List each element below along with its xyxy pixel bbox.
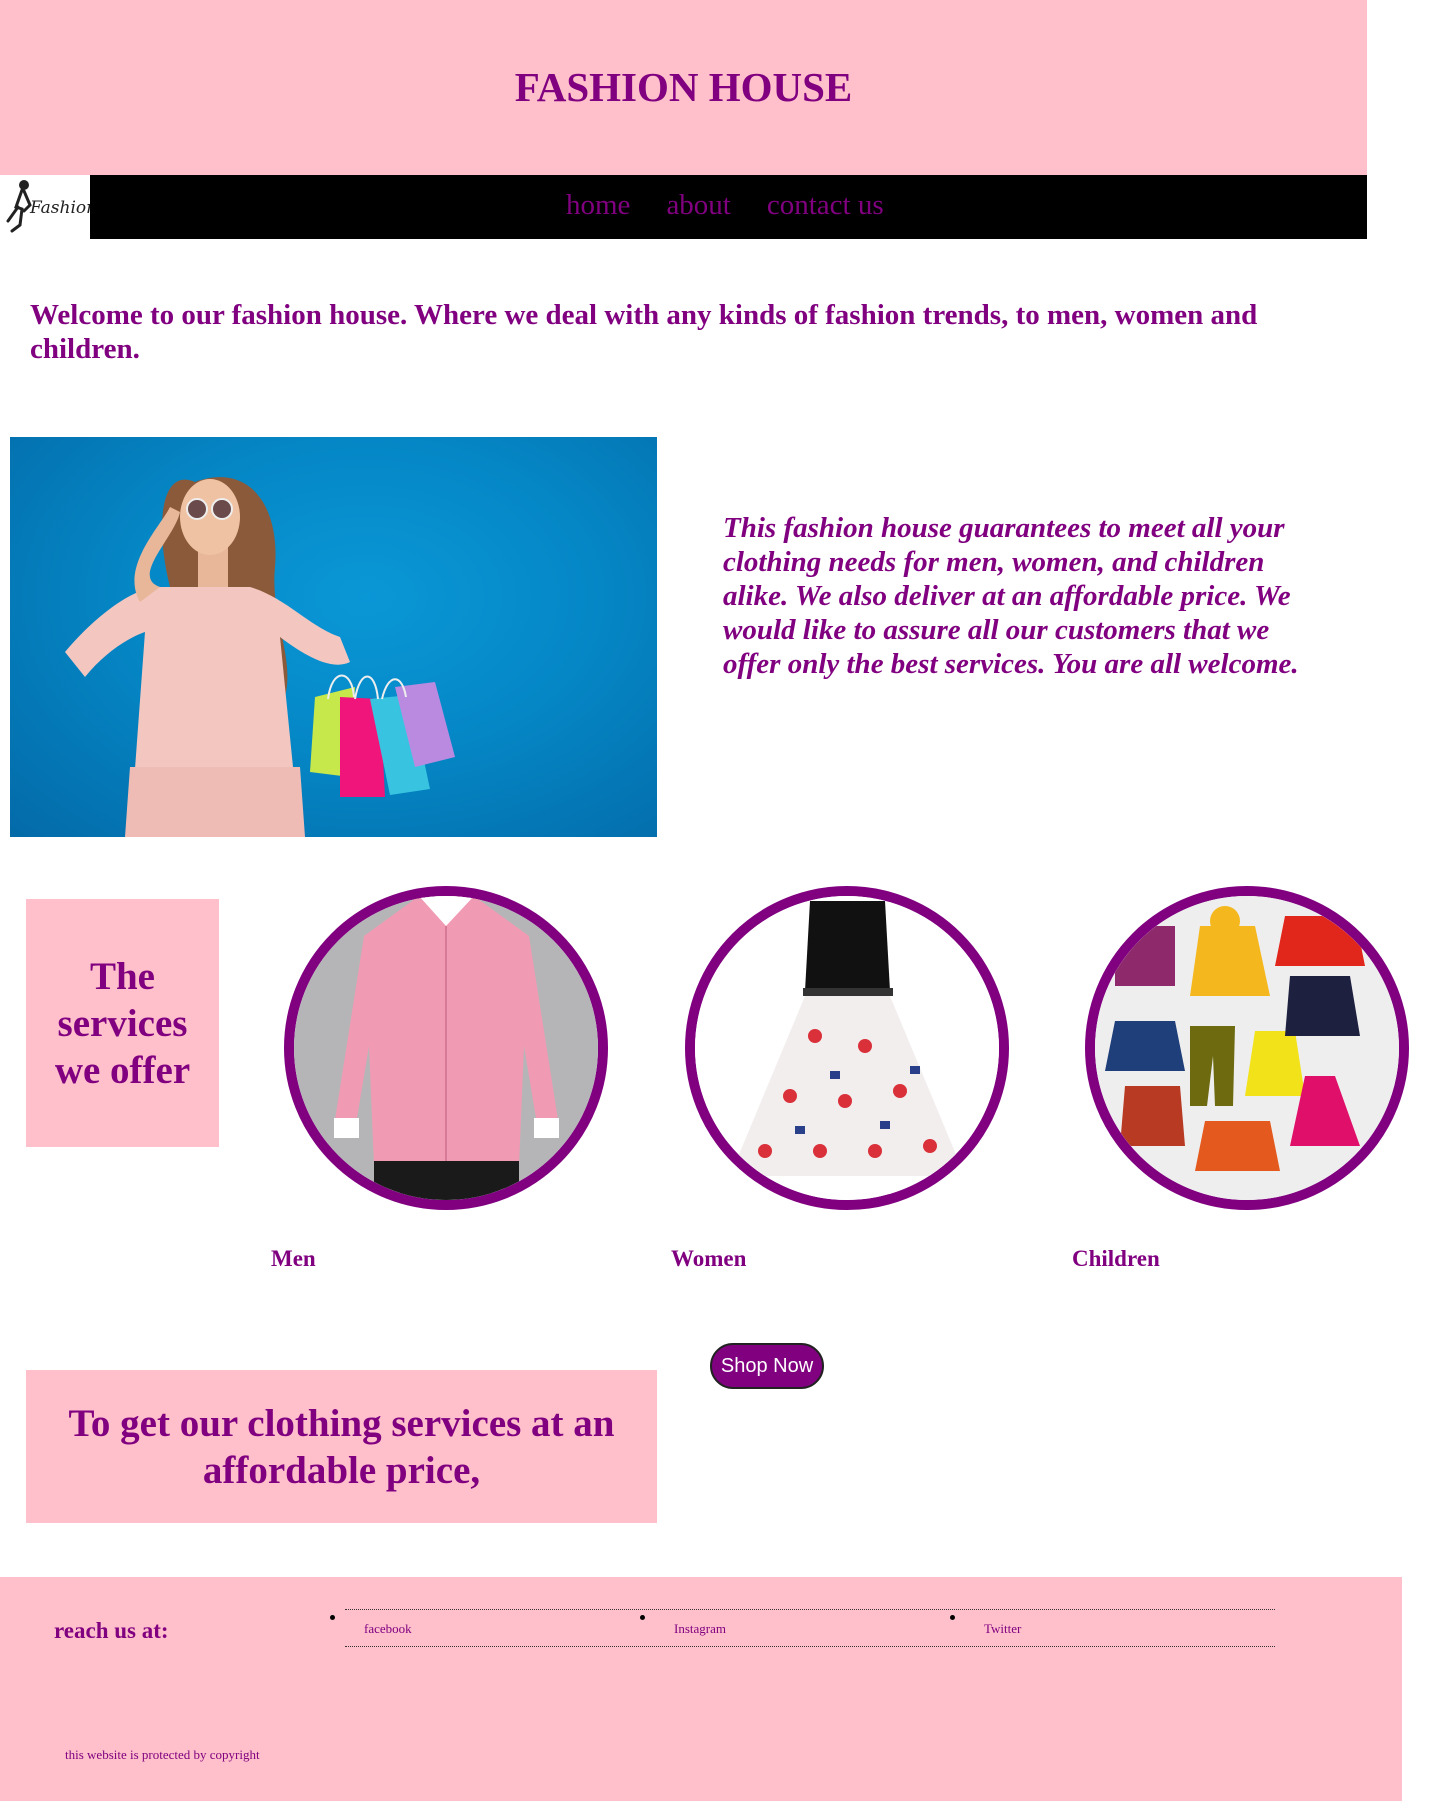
women-category-image[interactable]	[685, 886, 1009, 1210]
social-links-list: facebook Instagram Twitter	[330, 1609, 1275, 1647]
women-label: Women	[671, 1246, 747, 1271]
welcome-text: Welcome to our fashion house. Where we d…	[30, 299, 1258, 365]
twitter-link[interactable]: Twitter	[984, 1621, 1021, 1637]
intro-text: This fashion house guarantees to meet al…	[723, 512, 1299, 680]
nav-about-link[interactable]: about	[666, 187, 730, 223]
list-item: Instagram	[640, 1610, 965, 1646]
pink-shirt-image	[294, 896, 598, 1200]
dress-image	[695, 896, 999, 1200]
men-label: Men	[271, 1246, 316, 1271]
shop-now-button[interactable]: Shop Now	[710, 1343, 824, 1389]
children-category-image[interactable]	[1085, 886, 1409, 1210]
copyright-notice: this website is protected by copyright	[65, 1747, 260, 1762]
shopping-woman-illustration	[65, 477, 455, 837]
navbar: Fashion home about contact us	[0, 175, 1367, 239]
list-item: facebook	[330, 1610, 655, 1646]
children-label: Children	[1072, 1246, 1160, 1271]
hero-image	[10, 437, 657, 837]
header: FASHION HOUSE	[0, 0, 1367, 175]
promo-text: To get our clothing services at an affor…	[68, 1401, 615, 1492]
list-item: Twitter	[950, 1610, 1275, 1646]
men-category-image[interactable]	[284, 886, 608, 1210]
services-box: The services we offer	[26, 899, 219, 1147]
logo-text: Fashion	[30, 198, 90, 218]
instagram-link[interactable]: Instagram	[674, 1621, 726, 1637]
logo[interactable]: Fashion	[0, 175, 90, 239]
nav-contact-link[interactable]: contact us	[767, 187, 884, 223]
site-title: FASHION HOUSE	[514, 64, 853, 110]
kids-clothes-image	[1095, 896, 1399, 1200]
reach-us-label: reach us at:	[54, 1618, 169, 1643]
services-heading: The services we offer	[54, 954, 191, 1092]
nav-links: home about contact us	[566, 187, 884, 223]
footer: reach us at: facebook Instagram Twitter …	[0, 1577, 1402, 1801]
promo-box: To get our clothing services at an affor…	[26, 1370, 657, 1523]
nav-home-link[interactable]: home	[566, 187, 630, 223]
facebook-link[interactable]: facebook	[364, 1621, 412, 1637]
